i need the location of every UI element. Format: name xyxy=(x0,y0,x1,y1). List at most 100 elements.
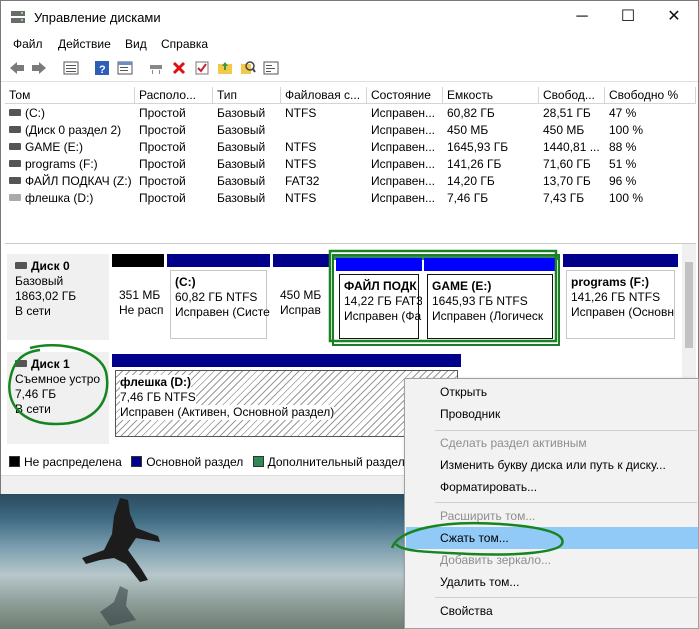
menu-item-properties[interactable]: Свойства xyxy=(406,600,698,622)
cell-type: Базовый xyxy=(217,174,266,188)
disk0-game-partition[interactable]: GAME (E:) 1645,93 ГБ NTFS Исправен (Логи… xyxy=(424,258,556,342)
console-icon[interactable] xyxy=(262,59,280,77)
menu-item-explorer[interactable]: Проводник xyxy=(406,403,698,425)
column-header-capacity[interactable]: Емкость xyxy=(443,87,539,104)
partition-bar xyxy=(112,354,461,367)
partition-bar xyxy=(273,254,329,267)
column-header-filesystem[interactable]: Файловая с... xyxy=(281,87,367,104)
disk0-partition-2[interactable]: 450 МБ Исправ xyxy=(273,254,329,342)
partition-name: GAME (E:) xyxy=(432,279,492,293)
volume-icon xyxy=(9,126,21,134)
list-view-icon[interactable] xyxy=(62,59,80,77)
cell-free-percent: 88 % xyxy=(609,140,637,154)
check-icon[interactable] xyxy=(193,59,211,77)
disk0-programs-partition[interactable]: programs (F:) 141,26 ГБ NTFS Исправен (О… xyxy=(563,254,678,342)
search-icon[interactable] xyxy=(239,59,257,77)
column-header-free-percent[interactable]: Свободно % xyxy=(605,87,696,104)
column-header-layout[interactable]: Располо... xyxy=(135,87,213,104)
cell-volume: programs (F:) xyxy=(5,156,135,173)
disk0-unallocated-partition[interactable]: 351 МБ Не расп xyxy=(112,254,164,342)
table-row[interactable]: флешка (D:) Простой Базовый NTFS Исправен...… xyxy=(5,190,696,207)
cell-free-percent: 47 % xyxy=(609,106,637,120)
table-row[interactable]: programs (F:) Простой Базовый NTFS Исправен.… xyxy=(5,156,696,173)
cell-free-space: 28,51 ГБ xyxy=(543,106,591,120)
column-header-type[interactable]: Тип xyxy=(213,87,281,104)
menu-action[interactable]: Действие xyxy=(58,37,111,51)
menu-item-format[interactable]: Форматировать... xyxy=(406,476,698,498)
menu-item-change-drive-letter[interactable]: Изменить букву диска или путь к диску... xyxy=(406,454,698,476)
scrollbar-thumb[interactable] xyxy=(685,262,693,348)
menu-item-open[interactable]: Открыть xyxy=(406,381,698,403)
folder-up-icon[interactable] xyxy=(216,59,234,77)
cell-free-space: 71,60 ГБ xyxy=(543,157,591,171)
help-icon[interactable]: ? xyxy=(93,59,111,77)
table-row[interactable]: (C:) Простой Базовый NTFS Исправен... 60,82 Г… xyxy=(5,105,696,122)
column-header-status[interactable]: Состояние xyxy=(367,87,443,104)
cell-capacity: 60,82 ГБ xyxy=(447,106,495,120)
properties-icon[interactable] xyxy=(116,59,134,77)
disk-management-icon xyxy=(11,11,25,23)
partition-bar xyxy=(112,254,164,267)
disk-icon xyxy=(15,262,27,270)
table-row[interactable]: GAME (E:) Простой Базовый NTFS Исправен... 16… xyxy=(5,139,696,156)
menu-separator xyxy=(435,502,697,503)
column-header-volume[interactable]: Том xyxy=(5,87,135,104)
volume-list: Том Располо... Тип Файловая с... Состоян… xyxy=(5,87,696,239)
disk0-pagefile-partition[interactable]: ФАЙЛ ПОДК 14,22 ГБ FAT3 Исправен (Фа xyxy=(336,258,422,342)
partition-status: Исправен (Фа xyxy=(344,309,422,323)
minimize-button[interactable]: ─ xyxy=(559,1,605,33)
disk1-state: В сети xyxy=(15,402,51,416)
menu-help[interactable]: Справка xyxy=(161,37,208,51)
column-header-free-space[interactable]: Свобод... xyxy=(539,87,605,104)
partition-bar xyxy=(563,254,678,267)
menu-bar: Файл Действие Вид Справка xyxy=(1,33,698,55)
table-row[interactable]: (Диск 0 раздел 2) Простой Базовый Исправен.… xyxy=(5,122,696,139)
menu-file[interactable]: Файл xyxy=(13,37,43,51)
legend-extended: Дополнительный раздел xyxy=(267,455,405,469)
disk0-size: 1863,02 ГБ xyxy=(15,289,77,303)
delete-icon[interactable] xyxy=(170,59,188,77)
partition-bar xyxy=(424,258,556,271)
cell-status: Исправен... xyxy=(371,157,436,171)
menu-item-delete-volume[interactable]: Удалить том... xyxy=(406,571,698,593)
back-icon[interactable] xyxy=(8,59,26,77)
svg-text:?: ? xyxy=(99,64,106,76)
menu-item-shrink-volume[interactable]: Сжать том... xyxy=(406,527,698,549)
volume-icon xyxy=(9,194,21,202)
legend-swatch-unallocated xyxy=(9,456,20,468)
disk1-label[interactable]: Диск 1 Съемное устро 7,46 ГБ В сети xyxy=(7,352,109,444)
cell-status: Исправен... xyxy=(371,106,436,120)
cell-status: Исправен... xyxy=(371,191,436,205)
cell-filesystem: FAT32 xyxy=(285,174,320,188)
volume-name: programs (F:) xyxy=(25,157,98,171)
cell-layout: Простой xyxy=(139,157,186,171)
disk1-type: Съемное устро xyxy=(15,372,101,386)
cell-free-space: 450 МБ xyxy=(543,123,585,137)
cell-layout: Простой xyxy=(139,123,186,137)
connect-icon[interactable] xyxy=(147,59,165,77)
volume-name: флешка (D:) xyxy=(25,191,94,205)
cell-volume: GAME (E:) xyxy=(5,139,135,156)
maximize-button[interactable]: ☐ xyxy=(605,1,651,33)
volume-name: GAME (E:) xyxy=(25,140,84,154)
table-row[interactable]: ФАЙЛ ПОДКАЧ (Z:) Простой Базовый FAT32 Испра… xyxy=(5,173,696,190)
cell-filesystem: NTFS xyxy=(285,157,317,171)
cell-volume: ФАЙЛ ПОДКАЧ (Z:) xyxy=(5,173,135,190)
forward-icon[interactable] xyxy=(30,59,48,77)
disk0-label[interactable]: Диск 0 Базовый 1863,02 ГБ В сети xyxy=(7,254,109,340)
menu-item-add-mirror: Добавить зеркало... xyxy=(440,553,552,567)
volume-name: ФАЙЛ ПОДКАЧ (Z:) xyxy=(25,174,132,188)
volume-icon xyxy=(9,109,21,117)
volume-name: (C:) xyxy=(25,106,45,120)
window-title: Управление дисками xyxy=(34,10,161,25)
close-button[interactable]: ✕ xyxy=(651,1,697,33)
cell-status: Исправен... xyxy=(371,174,436,188)
context-menu: Открыть Проводник Сделать раздел активны… xyxy=(404,378,699,629)
menu-item-extend-volume: Расширить том... xyxy=(440,509,536,523)
cell-type: Базовый xyxy=(217,157,266,171)
cell-volume: флешка (D:) xyxy=(5,190,135,207)
disk0-c-partition[interactable]: (C:) 60,82 ГБ NTFS Исправен (Систе xyxy=(167,254,270,342)
menu-view[interactable]: Вид xyxy=(125,37,147,51)
volume-icon xyxy=(9,143,21,151)
cell-volume: (Диск 0 раздел 2) xyxy=(5,122,135,139)
